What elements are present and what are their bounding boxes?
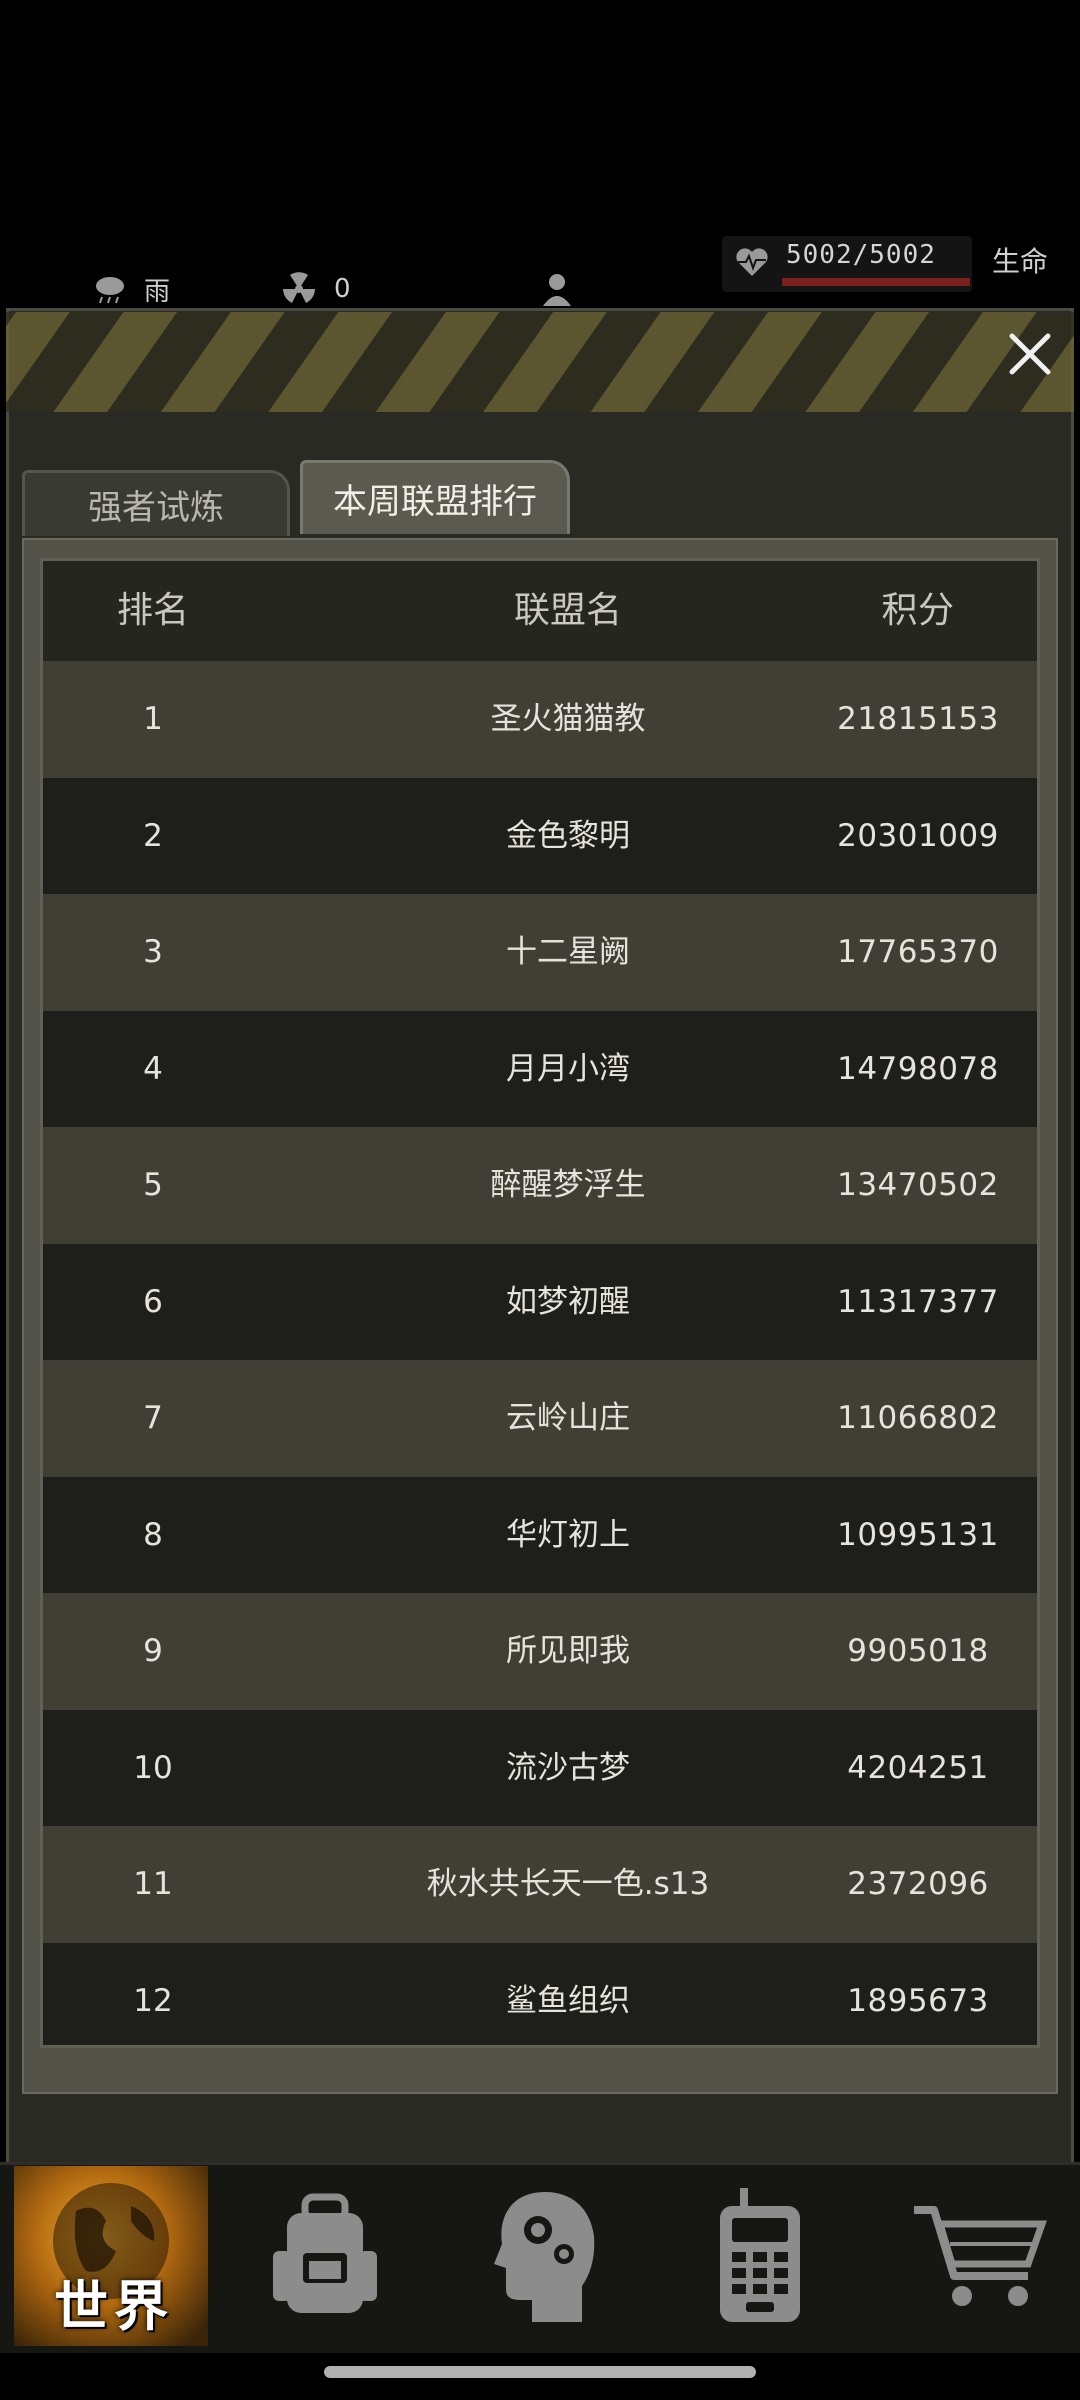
- table-row: 7 云岭山庄 11066802: [43, 1360, 1037, 1477]
- health-bar: [782, 278, 970, 286]
- rank-cell: 9: [143, 1633, 163, 1669]
- score-cell: 21815153: [837, 701, 999, 737]
- rank-cell: 10: [133, 1749, 173, 1786]
- alliance-name-cell: 流沙古梦: [506, 1749, 630, 1786]
- nav-world-label: 世界: [54, 2275, 174, 2338]
- table-row: 4 月月小湾 14798078: [43, 1010, 1037, 1127]
- score-cell: 1895673: [847, 1982, 989, 2019]
- alliance-name-cell: 醉醒梦浮生: [490, 1167, 646, 1203]
- ranking-table: 排名 联盟名 积分 1 圣火猫猫教 21815153 2 金色黎明 20301009 3 十二…: [40, 558, 1040, 2048]
- table-row: 10 流沙古梦 4204251: [43, 1709, 1037, 1826]
- alliance-name-cell: 华灯初上: [506, 1516, 630, 1553]
- health-label: 生命: [992, 245, 1049, 278]
- rank-cell: 12: [133, 1982, 173, 2019]
- tab-weekly-alliance-ranking[interactable]: 本周联盟排行: [300, 460, 570, 534]
- nav-shop-button[interactable]: [900, 2166, 1060, 2346]
- score-cell: 2372096: [847, 1866, 989, 1902]
- score-cell: 9905018: [847, 1633, 989, 1669]
- rank-cell: 5: [143, 1167, 163, 1203]
- alliance-name-cell: 圣火猫猫教: [490, 701, 646, 737]
- close-button[interactable]: [1002, 326, 1058, 382]
- table-row: 9 所见即我 9905018: [43, 1593, 1037, 1710]
- radiation-value: 0: [334, 274, 351, 304]
- table-row: 12 鲨鱼组织 1895673: [43, 1942, 1037, 2045]
- table-row: 11 秋水共长天一色.s13 2372096: [43, 1826, 1037, 1943]
- rank-cell: 3: [143, 934, 163, 970]
- skills-head-icon: [494, 2192, 595, 2322]
- score-cell: 11317377: [837, 1283, 999, 1320]
- alliance-name-cell: 十二星阙: [506, 934, 630, 970]
- table-row: 8 华灯初上 10995131: [43, 1476, 1037, 1593]
- hazard-stripe-header: [6, 312, 1074, 412]
- alliance-name-cell: 如梦初醒: [506, 1283, 630, 1320]
- table-row: 3 十二星阙 17765370: [43, 894, 1037, 1011]
- score-cell: 13470502: [837, 1167, 999, 1203]
- backpack-icon: [273, 2193, 377, 2313]
- home-indicator[interactable]: [324, 2366, 756, 2378]
- header-score: 积分: [881, 590, 955, 631]
- rank-cell: 8: [143, 1516, 163, 1553]
- weather-label: 雨: [144, 276, 171, 307]
- weather-status: 雨: [92, 270, 170, 308]
- rain-cloud-icon: [96, 277, 124, 304]
- rank-cell: 2: [143, 817, 163, 854]
- game-screen: 雨 0 5002/5002 生命 强者试炼 本周联盟排行 排名 联盟名 积分 1…: [0, 0, 1080, 2400]
- table-body: 1 圣火猫猫教 21815153 2 金色黎明 20301009 3 十二星阙 17765370…: [43, 661, 1037, 2045]
- header-rank: 排名: [116, 590, 189, 631]
- score-cell: 11066802: [837, 1400, 999, 1436]
- score-cell: 10995131: [837, 1516, 999, 1553]
- alliance-name-cell: 月月小湾: [506, 1050, 630, 1087]
- person-icon: [543, 274, 571, 306]
- radiation-icon: [283, 272, 315, 303]
- rank-cell: 4: [143, 1050, 163, 1087]
- alliance-name-cell: 所见即我: [506, 1633, 630, 1669]
- population-status: [540, 270, 574, 308]
- rank-cell: 1: [143, 701, 163, 737]
- score-cell: 17765370: [837, 934, 999, 970]
- alliance-name-cell: 云岭山庄: [506, 1400, 630, 1436]
- table-header: 排名 联盟名 积分: [43, 561, 1037, 661]
- nav-backpack-button[interactable]: [260, 2166, 390, 2346]
- heart-pulse-icon: [736, 248, 768, 276]
- tab-label: 强者试炼: [88, 488, 224, 528]
- table-row: 5 醉醒梦浮生 13470502: [43, 1127, 1037, 1244]
- rank-cell: 7: [143, 1400, 163, 1436]
- table-row: 1 圣火猫猫教 21815153: [43, 661, 1037, 778]
- tab-strength-trial[interactable]: 强者试炼: [22, 470, 290, 536]
- rank-cell: 6: [143, 1283, 163, 1320]
- table-row: 6 如梦初醒 11317377: [43, 1243, 1037, 1360]
- score-cell: 14798078: [837, 1050, 999, 1087]
- radiation-status: 0: [282, 270, 351, 308]
- nav-skills-button[interactable]: [480, 2166, 610, 2346]
- table-row: 2 金色黎明 20301009: [43, 777, 1037, 894]
- score-cell: 4204251: [847, 1749, 989, 1786]
- alliance-name-cell: 金色黎明: [506, 817, 630, 854]
- close-icon: [1009, 333, 1051, 375]
- rank-cell: 11: [133, 1866, 173, 1902]
- health-value: 5002/5002: [786, 240, 936, 270]
- shopping-cart-icon: [914, 2206, 1047, 2306]
- header-alliance-name: 联盟名: [513, 590, 622, 631]
- score-cell: 20301009: [837, 817, 999, 854]
- tab-label: 本周联盟排行: [333, 482, 537, 522]
- nav-radio-button[interactable]: [700, 2166, 820, 2346]
- alliance-name-cell: 秋水共长天一色.s13: [426, 1866, 710, 1902]
- alliance-name-cell: 鲨鱼组织: [506, 1982, 630, 2019]
- radio-device-icon: [720, 2188, 800, 2322]
